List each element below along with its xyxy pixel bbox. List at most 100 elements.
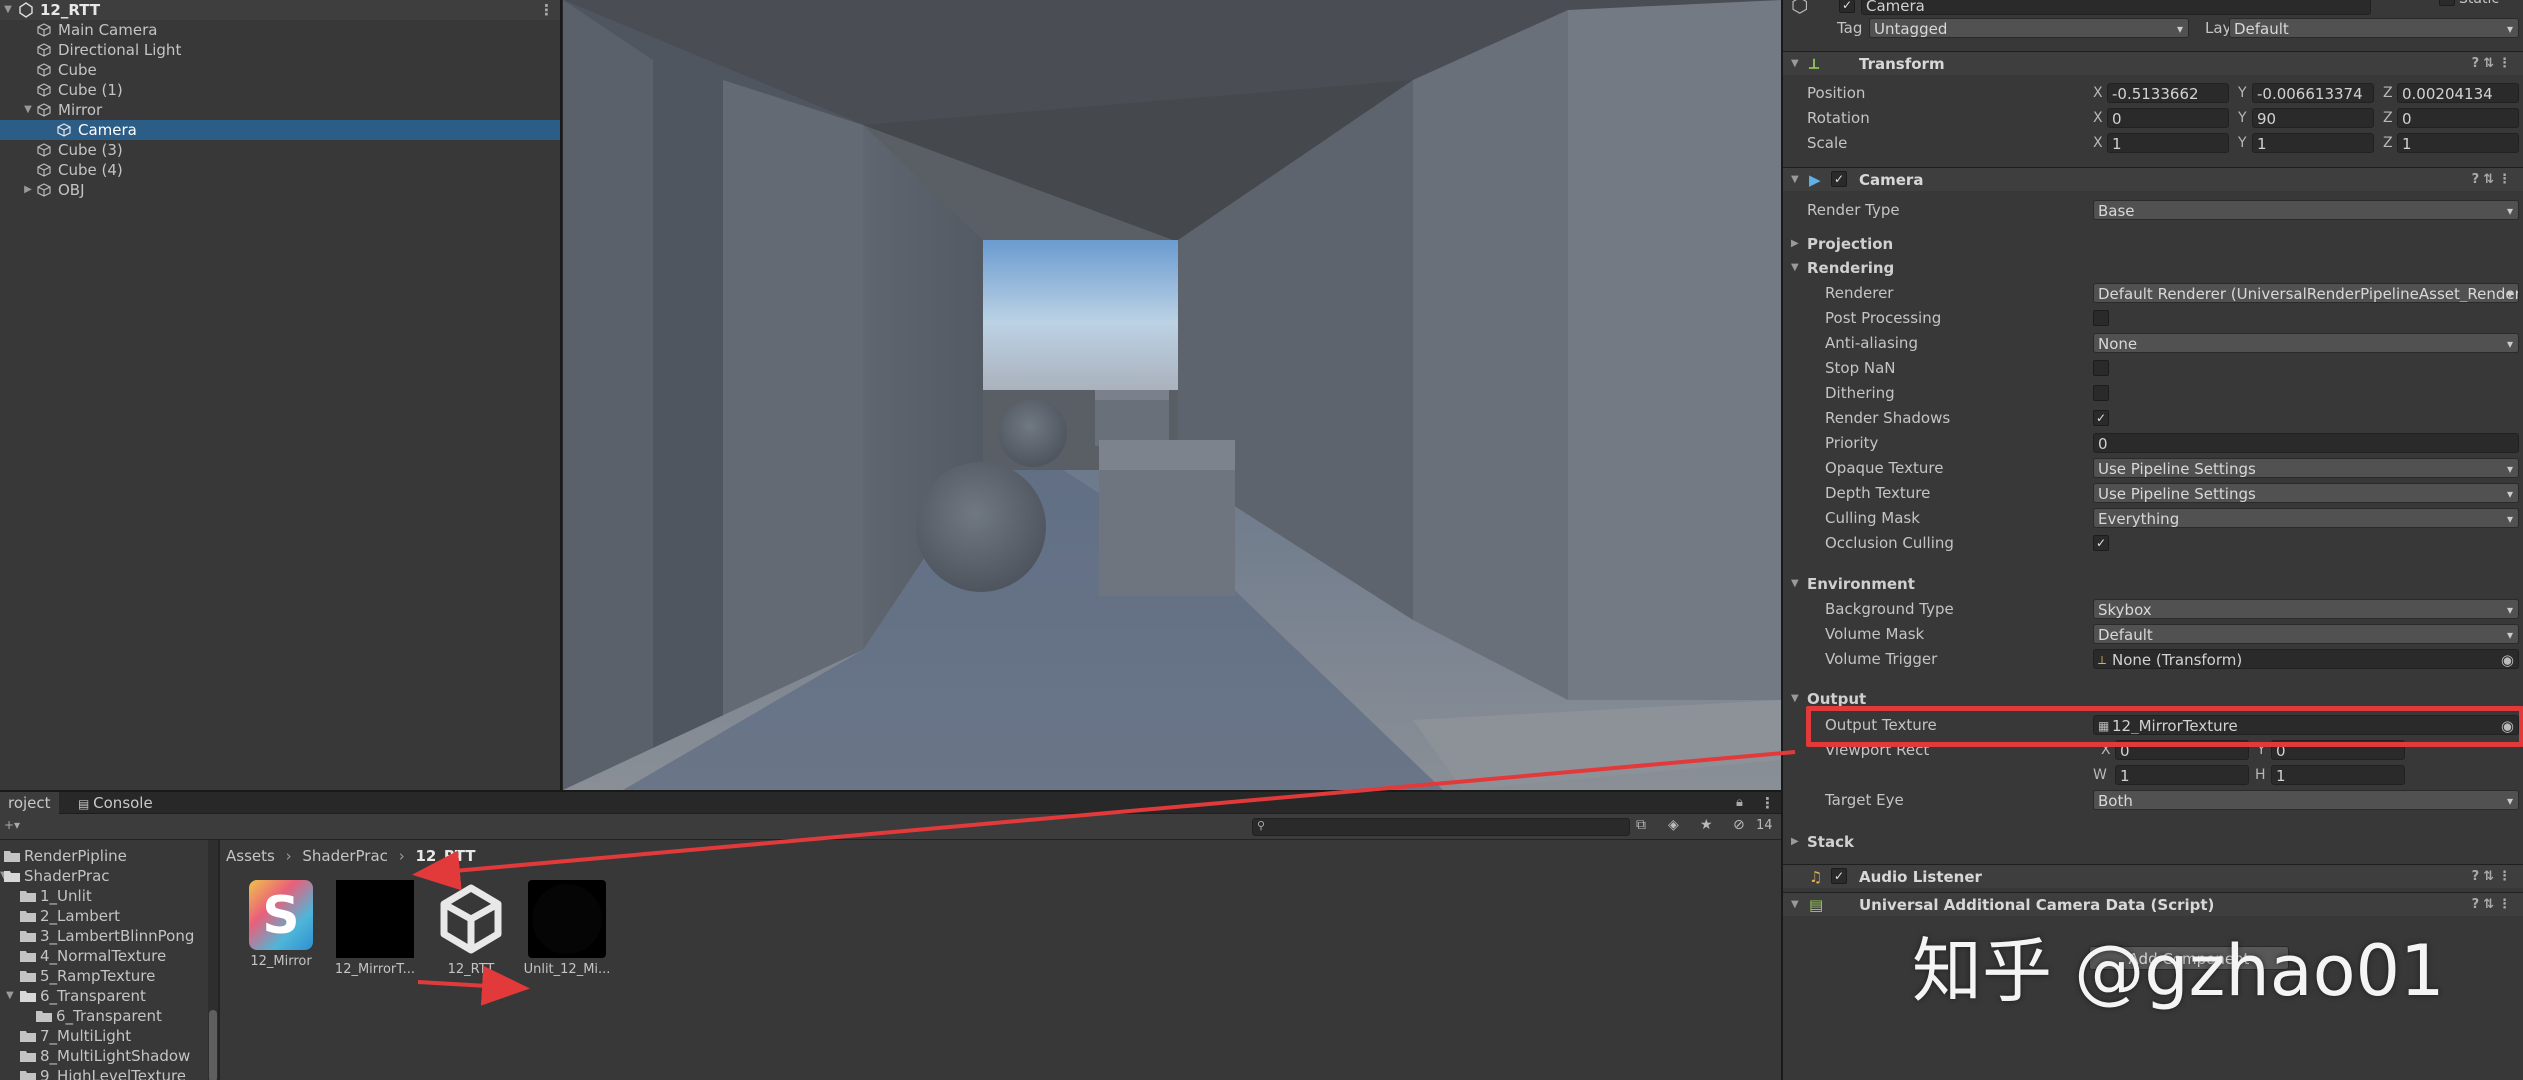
collapse-arrow-icon[interactable]: ▼ <box>1791 168 1799 192</box>
panel-menu-icon[interactable]: ⋮ <box>1760 794 1775 812</box>
anti-aliasing-dropdown[interactable]: None <box>2093 333 2519 353</box>
lock-icon[interactable]: 🔒︎ <box>1736 795 1743 810</box>
expand-arrow-icon[interactable]: ▶ <box>1791 831 1799 853</box>
scrollbar-thumb[interactable] <box>209 1010 217 1080</box>
tag-dropdown[interactable]: Untagged <box>1869 18 2189 38</box>
hierarchy-item[interactable]: Cube (1) <box>0 80 560 100</box>
object-picker-icon[interactable]: ◉ <box>2501 650 2514 668</box>
environment-foldout[interactable]: ▼ Environment <box>1783 573 2523 595</box>
volume-trigger-object-field[interactable]: ⟂ None (Transform) ◉ <box>2093 649 2519 669</box>
folder-item[interactable]: 1_Unlit <box>0 886 210 906</box>
folder-item[interactable]: 3_LambertBlinnPong <box>0 926 210 946</box>
component-actions[interactable]: ?⇅⋮ <box>2472 168 2515 192</box>
asset-item[interactable]: 12_RTT <box>416 880 526 977</box>
folder-item[interactable]: 8_MultiLightShadow <box>0 1046 210 1066</box>
folder-item[interactable]: 4_NormalTexture <box>0 946 210 966</box>
component-actions[interactable]: ?⇅⋮ <box>2472 52 2515 76</box>
game-view[interactable] <box>563 0 1781 790</box>
layer-dropdown[interactable]: Default <box>2229 18 2519 38</box>
scale-z-field[interactable]: 1 <box>2397 133 2519 153</box>
camera-enabled-toggle[interactable]: ✓ <box>1831 171 1847 187</box>
folder-item[interactable]: 9_HighLevelTexture <box>0 1066 210 1080</box>
expand-arrow-icon[interactable]: ▶ <box>1791 233 1799 255</box>
collapse-arrow-icon[interactable]: ▼ <box>1791 688 1799 710</box>
collapse-arrow-icon[interactable]: ▼ <box>1791 257 1799 279</box>
expand-arrow-icon[interactable]: ▼ <box>2 0 14 20</box>
folder-item[interactable]: ▼ 6_Transparent <box>0 986 210 1006</box>
rotation-y-field[interactable]: 90 <box>2252 108 2374 128</box>
hierarchy-item[interactable]: Cube (4) <box>0 160 560 180</box>
occlusion-culling-checkbox[interactable]: ✓ <box>2093 535 2109 551</box>
transform-header[interactable]: ▼ ⟂ Transform ?⇅⋮ <box>1783 51 2523 75</box>
folder-item[interactable]: 6_Transparent <box>0 1006 210 1026</box>
asset-item[interactable]: Unlit_12_Mi... <box>512 880 622 977</box>
hierarchy-root-row[interactable]: ▼ 12_RTT ⋮ <box>0 0 560 20</box>
hierarchy-item[interactable]: ▼ Mirror <box>0 100 560 120</box>
hierarchy-item[interactable]: Directional Light <box>0 40 560 60</box>
renderer-dropdown[interactable]: Default Renderer (UniversalRenderPipelin… <box>2093 283 2519 303</box>
project-search-input[interactable]: ⚲ <box>1252 818 1630 836</box>
folder-item[interactable]: 2_Lambert <box>0 906 210 926</box>
post-processing-checkbox[interactable] <box>2093 310 2109 326</box>
collapse-arrow-icon[interactable]: ▼ <box>1791 573 1799 595</box>
folder-item[interactable]: RenderPipline <box>0 846 210 866</box>
priority-field[interactable]: 0 <box>2093 433 2519 453</box>
render-shadows-checkbox[interactable]: ✓ <box>2093 410 2109 426</box>
target-eye-dropdown[interactable]: Both <box>2093 790 2519 810</box>
culling-mask-dropdown[interactable]: Everything <box>2093 508 2519 528</box>
expand-arrow-icon[interactable]: ▼ <box>6 986 14 1006</box>
collapse-arrow-icon[interactable]: ▼ <box>1791 893 1799 917</box>
expand-arrow-icon[interactable]: ▼ <box>22 100 34 120</box>
background-type-dropdown[interactable]: Skybox <box>2093 599 2519 619</box>
opaque-texture-dropdown[interactable]: Use Pipeline Settings <box>2093 458 2519 478</box>
depth-texture-dropdown[interactable]: Use Pipeline Settings <box>2093 483 2519 503</box>
camera-header[interactable]: ▼ ▶ ✓ Camera ?⇅⋮ <box>1783 167 2523 191</box>
position-x-field[interactable]: -0.5133662 <box>2107 83 2229 103</box>
rendering-foldout[interactable]: ▼ Rendering <box>1783 257 2523 279</box>
breadcrumb-item[interactable]: ShaderPrac <box>302 847 388 865</box>
collapse-arrow-icon[interactable]: ▼ <box>1791 52 1799 76</box>
folder-item[interactable]: 7_MultiLight <box>0 1026 210 1046</box>
component-actions[interactable]: ?⇅⋮ <box>2472 893 2515 917</box>
hierarchy-item[interactable]: Main Camera <box>0 20 560 40</box>
hierarchy-item[interactable]: Cube <box>0 60 560 80</box>
folder-item[interactable]: ▼ ShaderPrac <box>0 866 210 886</box>
tab-console[interactable]: ▤ Console <box>70 792 161 814</box>
universal-data-header[interactable]: ▼ ▤ Universal Additional Camera Data (Sc… <box>1783 892 2523 916</box>
viewport-w-field[interactable]: 1 <box>2115 765 2249 785</box>
hierarchy-item-selected[interactable]: Camera <box>0 120 560 140</box>
tab-project[interactable]: roject <box>0 792 59 814</box>
expand-arrow-icon[interactable]: ▶ <box>22 180 34 200</box>
gameobject-name-field[interactable]: Camera <box>1861 0 2371 15</box>
position-y-field[interactable]: -0.006613374 <box>2252 83 2374 103</box>
hierarchy-menu-icon[interactable]: ⋮ <box>539 0 554 20</box>
render-type-dropdown[interactable]: Base <box>2093 200 2519 220</box>
search-by-type-icon[interactable]: ⧉ <box>1636 817 1646 833</box>
volume-mask-dropdown[interactable]: Default <box>2093 624 2519 644</box>
dithering-checkbox[interactable] <box>2093 385 2109 401</box>
viewport-h-field[interactable]: 1 <box>2271 765 2405 785</box>
component-actions[interactable]: ?⇅⋮ <box>2472 865 2515 889</box>
hidden-packages-icon[interactable]: ⊘ <box>1733 817 1745 833</box>
audio-listener-header[interactable]: ♫ ✓ Audio Listener ?⇅⋮ <box>1783 864 2523 888</box>
scale-y-field[interactable]: 1 <box>2252 133 2374 153</box>
static-toggle[interactable] <box>2439 0 2455 6</box>
project-tree-scrollbar[interactable] <box>208 840 218 1080</box>
scale-x-field[interactable]: 1 <box>2107 133 2229 153</box>
position-z-field[interactable]: 0.00204134 <box>2397 83 2519 103</box>
search-by-label-icon[interactable]: ◈ <box>1668 817 1679 833</box>
hierarchy-item[interactable]: Cube (3) <box>0 140 560 160</box>
folder-item[interactable]: 5_RampTexture <box>0 966 210 986</box>
asset-item[interactable]: 12_MirrorT... <box>320 880 430 977</box>
rotation-z-field[interactable]: 0 <box>2397 108 2519 128</box>
audio-listener-toggle[interactable]: ✓ <box>1831 868 1847 884</box>
create-button[interactable]: +▾ <box>4 818 20 832</box>
hierarchy-item[interactable]: ▶ OBJ <box>0 180 560 200</box>
projection-foldout[interactable]: ▶ Projection <box>1783 233 2523 255</box>
stop-nan-checkbox[interactable] <box>2093 360 2109 376</box>
stack-foldout[interactable]: ▶ Stack <box>1783 831 2523 853</box>
breadcrumb-item[interactable]: Assets <box>226 847 275 865</box>
favorite-star-icon[interactable]: ★ <box>1700 817 1713 833</box>
active-toggle[interactable]: ✓ <box>1839 0 1855 13</box>
rotation-x-field[interactable]: 0 <box>2107 108 2229 128</box>
